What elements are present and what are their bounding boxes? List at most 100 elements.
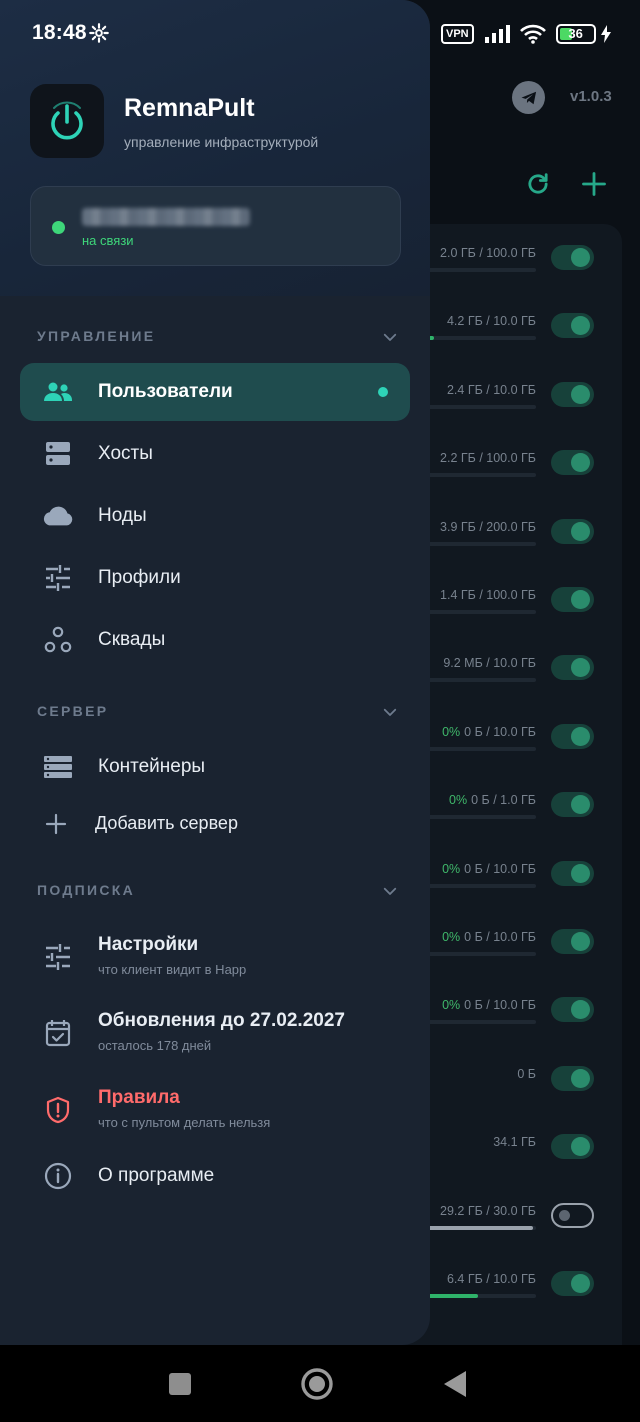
traffic-progress [420, 610, 536, 614]
traffic-usage: 0% 0 Б / 10.0 ГБ [442, 862, 536, 876]
traffic-percent: 0% [449, 793, 468, 808]
traffic-value: 2.2 ГБ / 100.0 ГБ [440, 451, 536, 466]
user-enabled-toggle[interactable] [551, 381, 594, 407]
server-selector[interactable]: на связи [30, 186, 401, 266]
traffic-percent: 0% [442, 930, 461, 944]
section-subscription[interactable]: ПОДПИСКА [37, 880, 407, 904]
traffic-usage: 2.4 ГБ / 10.0 ГБ [447, 383, 536, 397]
nav-item-add-server[interactable]: Добавить сервер [20, 795, 410, 853]
nav-item-hosts[interactable]: Хосты [20, 425, 410, 483]
user-enabled-toggle[interactable] [551, 792, 594, 818]
user-enabled-toggle[interactable] [551, 929, 594, 954]
toggle-knob [571, 726, 590, 746]
traffic-value: 0 Б / 1.0 ГБ [471, 793, 536, 808]
user-enabled-toggle[interactable] [551, 587, 594, 612]
traffic-value: 29.2 ГБ / 30.0 ГБ [440, 1203, 536, 1218]
nav-item-users[interactable]: Пользователи [20, 363, 410, 421]
traffic-usage: 2.0 ГБ / 100.0 ГБ [440, 246, 536, 260]
section-title: УПРАВЛЕНИЕ [37, 328, 156, 344]
power-icon [51, 101, 83, 140]
user-enabled-toggle[interactable] [551, 997, 594, 1023]
app-name: RemnaPult [124, 94, 255, 122]
toggle-knob [559, 1209, 570, 1221]
nav-sublabel: осталось 178 дней [98, 1038, 212, 1053]
traffic-progress-fill [420, 1225, 533, 1230]
traffic-value: 0 Б / 10.0 ГБ [464, 861, 536, 876]
nav-item-squads[interactable]: Сквады [20, 611, 410, 669]
nav-sublabel: что с пультом делать нельзя [98, 1115, 271, 1130]
refresh-icon[interactable] [524, 170, 552, 198]
battery-level: 36 [568, 26, 583, 41]
traffic-progress [420, 1020, 536, 1025]
traffic-percent: 0% [442, 861, 461, 876]
traffic-progress [420, 268, 536, 272]
recents-icon[interactable] [163, 1367, 197, 1401]
user-enabled-toggle[interactable] [551, 1134, 594, 1160]
user-enabled-toggle[interactable] [551, 655, 594, 681]
nav-label: Пользователи [98, 381, 233, 402]
traffic-progress [420, 473, 536, 478]
user-enabled-toggle[interactable] [551, 1271, 594, 1296]
traffic-usage: 0% 0 Б / 1.0 ГБ [449, 793, 536, 807]
user-enabled-toggle[interactable] [551, 860, 594, 886]
cloud-icon [42, 502, 74, 530]
charging-icon [600, 25, 611, 43]
chevron-down-icon [383, 333, 397, 341]
traffic-value: 9.2 МБ / 10.0 ГБ [443, 656, 536, 671]
toggle-knob [571, 1137, 590, 1157]
traffic-value: 2.4 ГБ / 10.0 ГБ [446, 382, 536, 397]
nav-item-rules[interactable]: Правила что с пультом делать нельзя [20, 1078, 410, 1142]
nav-item-profiles[interactable]: Профили [20, 549, 410, 607]
traffic-usage: 4.2 ГБ / 10.0 ГБ [447, 314, 536, 328]
nav-item-updates[interactable]: Обновления до 27.02.2027 осталось 178 дн… [20, 1001, 410, 1065]
section-server[interactable]: СЕРВЕР [37, 701, 407, 725]
traffic-value: 3.9 ГБ / 200.0 ГБ [440, 519, 536, 534]
status-icons: VPN 36 [441, 22, 612, 46]
storage-icon [42, 753, 74, 781]
nav-item-containers[interactable]: Контейнеры [20, 738, 410, 796]
nav-label: Настройки [98, 934, 199, 955]
wifi-icon [519, 24, 546, 44]
nav-label: Обновления до 27.02.2027 [98, 1010, 345, 1031]
nav-item-nodes[interactable]: Ноды [20, 487, 410, 545]
traffic-value: 6.4 ГБ / 10.0 ГБ [446, 1272, 536, 1286]
user-enabled-toggle[interactable] [551, 450, 594, 476]
toggle-knob [571, 1000, 590, 1020]
traffic-progress [420, 1294, 536, 1298]
add-icon[interactable] [580, 170, 608, 198]
info-icon [42, 1162, 74, 1190]
user-enabled-toggle[interactable] [551, 1065, 594, 1091]
nav-item-about[interactable]: О программе [20, 1147, 410, 1205]
nav-item-settings[interactable]: Настройки что клиент видит в Happ [20, 925, 410, 989]
user-enabled-toggle[interactable] [551, 313, 594, 339]
nav-sublabel: что клиент видит в Happ [98, 962, 247, 977]
toggle-knob [571, 932, 590, 951]
traffic-value: 2.0 ГБ / 100.0 ГБ [440, 246, 536, 260]
traffic-value: 0 Б / 10.0 ГБ [464, 998, 536, 1013]
user-enabled-toggle[interactable] [551, 723, 594, 749]
traffic-progress [420, 815, 536, 820]
traffic-progress [420, 541, 536, 546]
app-subtitle: управление инфраструктурой [124, 134, 319, 150]
nav-label: Ноды [98, 505, 147, 526]
section-management[interactable]: УПРАВЛЕНИЕ [37, 326, 407, 350]
version-label: v1.0.3 [570, 88, 612, 105]
toggle-knob [571, 863, 590, 883]
traffic-usage: 3.9 ГБ / 200.0 ГБ [440, 520, 536, 534]
tune-icon [42, 943, 74, 971]
nav-label: Сквады [98, 629, 166, 650]
nav-label: Профили [98, 567, 181, 588]
calendar-check-icon [42, 1019, 74, 1047]
traffic-progress [420, 883, 536, 888]
user-enabled-toggle[interactable] [551, 518, 594, 544]
home-icon[interactable] [300, 1367, 334, 1401]
traffic-value: 0 Б / 10.0 ГБ [464, 930, 536, 944]
nav-label: Контейнеры [98, 756, 206, 777]
chevron-down-icon [383, 887, 397, 895]
navigation-drawer: RemnaPult управление инфраструктурой на … [0, 0, 430, 1345]
plus-icon [40, 810, 72, 838]
user-enabled-toggle[interactable] [551, 245, 594, 270]
user-enabled-toggle[interactable] [551, 1202, 594, 1228]
telegram-icon[interactable] [512, 81, 545, 114]
back-icon[interactable] [438, 1367, 472, 1401]
